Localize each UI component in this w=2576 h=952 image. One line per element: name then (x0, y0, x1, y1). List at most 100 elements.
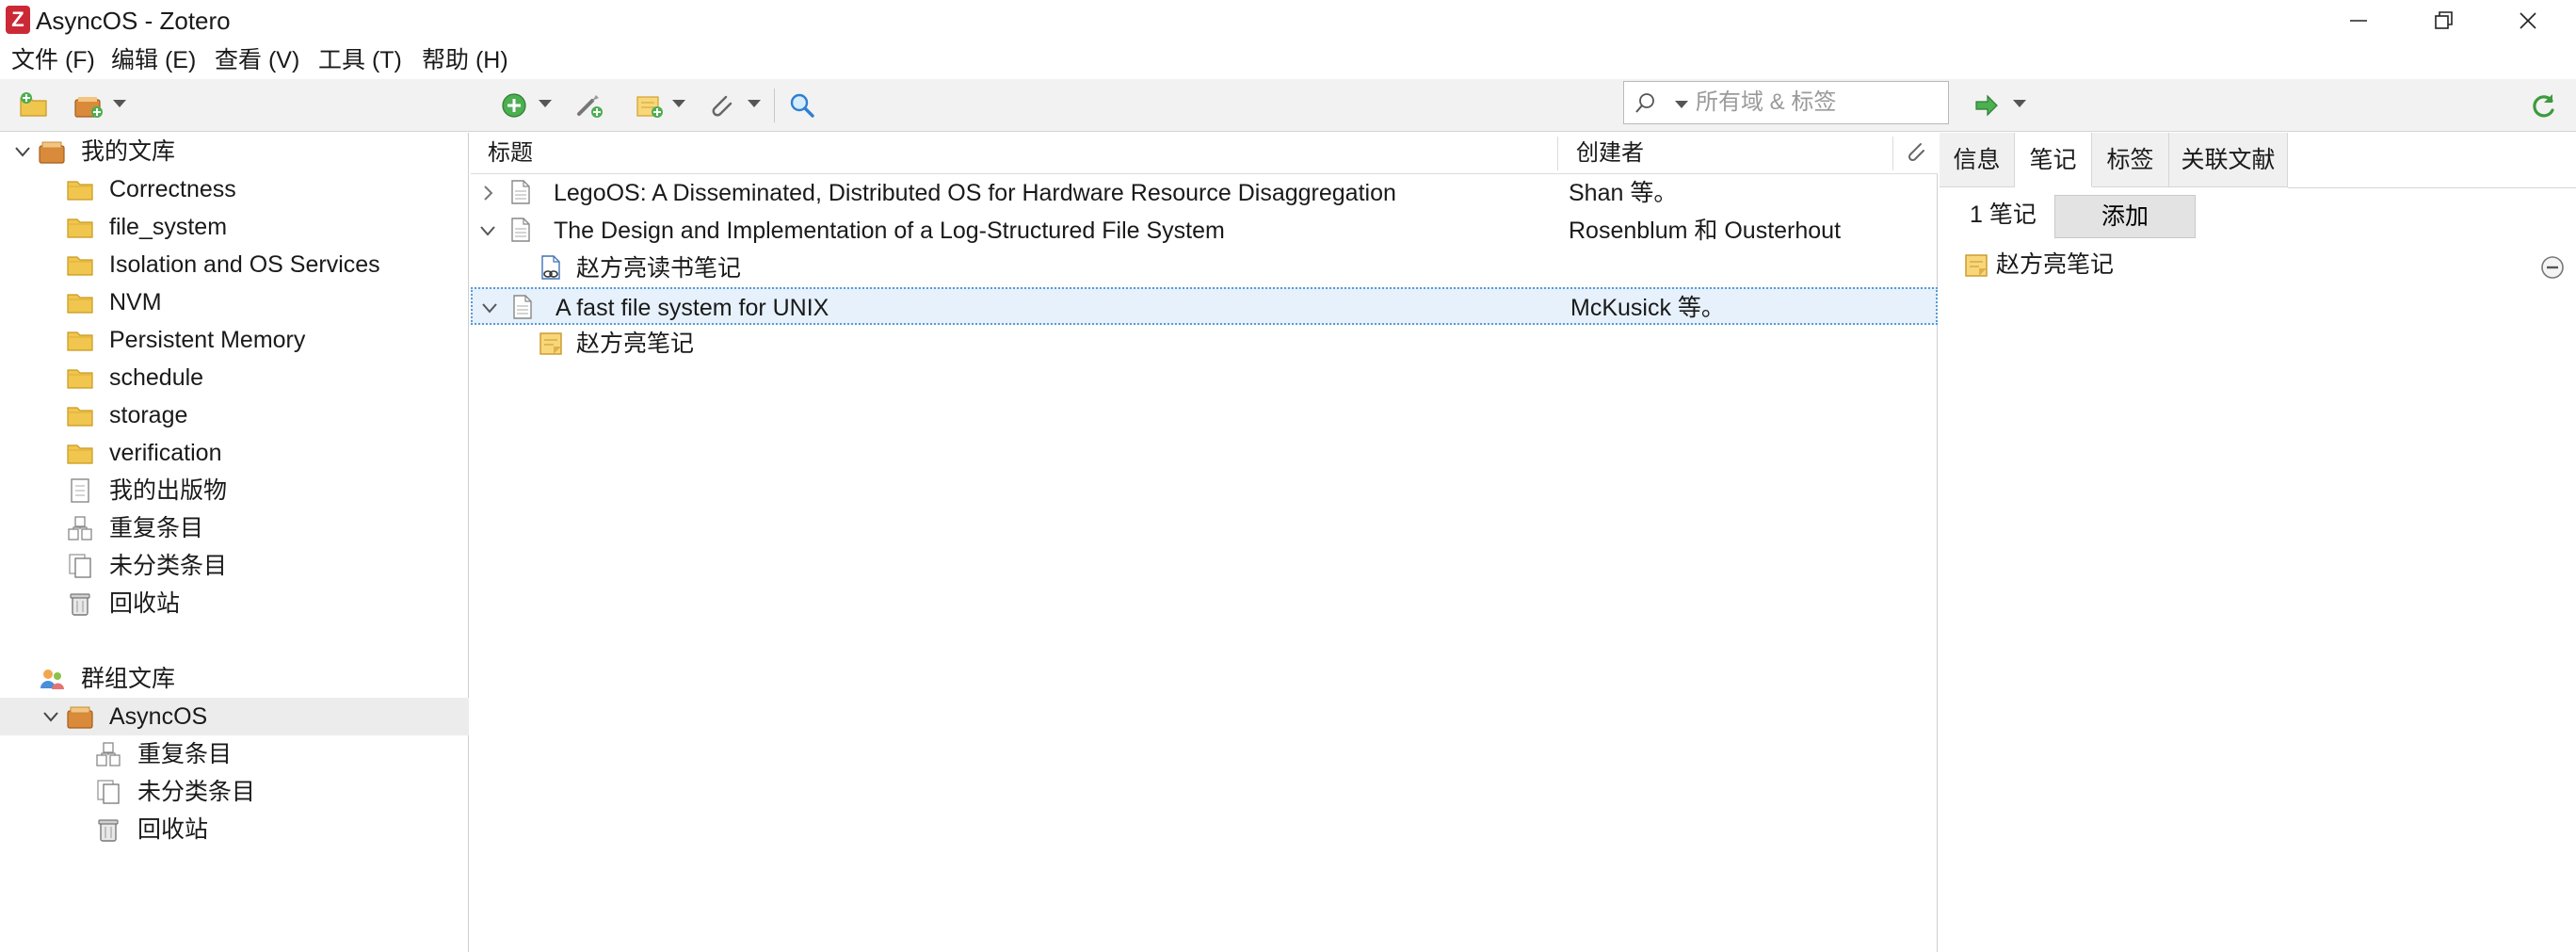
collection-item[interactable]: verification (0, 434, 469, 472)
collection-item[interactable]: 未分类条目 (0, 547, 469, 585)
add-attachment-dropdown-icon[interactable] (748, 100, 761, 107)
collection-item-label: file_system (109, 214, 228, 240)
search-field[interactable] (1623, 81, 1949, 124)
item-creator: McKusick 等。 (1570, 295, 1725, 321)
collection-item[interactable]: storage (0, 396, 469, 434)
chevron-right-icon[interactable] (476, 182, 499, 204)
item-row[interactable]: The Design and Implementation of a Log-S… (471, 212, 1938, 250)
tab-notes[interactable]: 笔记 (2015, 133, 2092, 187)
minimize-icon (2350, 20, 2367, 22)
remove-note-icon[interactable] (2540, 255, 2565, 280)
item-row[interactable]: LegoOS: A Disseminated, Distributed OS f… (471, 174, 1938, 212)
folder-icon (67, 331, 93, 351)
menu-tools[interactable]: 工具 (T) (318, 45, 402, 75)
folder-icon (67, 444, 93, 464)
chevron-down-icon[interactable] (476, 219, 499, 242)
add-by-identifier-icon (577, 95, 603, 118)
child-item-row[interactable]: 赵方亮笔记 (471, 325, 1938, 363)
group-libraries-header: 群组文库 (0, 660, 469, 698)
column-header-title[interactable]: 标题 (488, 138, 533, 169)
toolbar (0, 79, 2576, 132)
new-library-button[interactable] (72, 89, 105, 122)
add-attachment-button[interactable] (704, 89, 738, 122)
collection-item[interactable]: file_system (0, 208, 469, 246)
tab-info[interactable]: 信息 (1940, 133, 2015, 187)
menu-edit[interactable]: 编辑 (E) (111, 45, 196, 75)
collection-item[interactable]: 我的出版物 (0, 472, 469, 509)
linked-file-icon (541, 255, 560, 280)
close-button[interactable] (2486, 0, 2570, 41)
restore-button[interactable] (2401, 0, 2486, 41)
collection-item[interactable]: Correctness (0, 170, 469, 208)
tab-related[interactable]: 关联文献 (2169, 133, 2288, 187)
tab-tags[interactable]: 标签 (2092, 133, 2169, 187)
my-library-label: 我的文库 (81, 138, 176, 165)
notes-count: 1 笔记 (1970, 202, 2037, 228)
collection-item[interactable]: NVM (0, 283, 469, 321)
collection-item[interactable]: 重复条目 (0, 509, 469, 547)
duplicates-icon (96, 742, 121, 766)
locate-dropdown-icon[interactable] (2013, 100, 2026, 107)
menu-view[interactable]: 查看 (V) (215, 45, 299, 75)
menu-file[interactable]: 文件 (F) (11, 45, 95, 75)
group-collection-item-label: 重复条目 (137, 741, 233, 767)
collections-pane: 我的文库 Correctness file_system Isolation and… (0, 133, 469, 952)
document-icon (511, 180, 530, 204)
collection-item[interactable]: Persistent Memory (0, 321, 469, 359)
item-row[interactable]: A fast file system for UNIX McKusick 等。 (471, 287, 1938, 325)
group-collection-item[interactable]: 回收站 (0, 811, 469, 848)
title-bar: Z AsyncOS - Zotero (0, 0, 2576, 41)
add-by-identifier-button[interactable] (572, 89, 606, 122)
add-attachment-icon (712, 95, 733, 117)
folder-icon (67, 294, 93, 314)
chevron-down-icon[interactable] (11, 140, 34, 163)
note-icon (1965, 254, 1988, 277)
collection-item-label: verification (109, 440, 222, 466)
add-note-button[interactable]: 添加 (2054, 195, 2196, 238)
minimize-button[interactable] (2316, 0, 2401, 41)
group-library-asyncos[interactable]: AsyncOS (0, 698, 469, 735)
folder-icon (67, 256, 93, 276)
locate-button[interactable] (1970, 89, 2004, 122)
new-item-dropdown-icon[interactable] (539, 100, 552, 107)
new-library-dropdown-icon[interactable] (113, 100, 126, 107)
sync-button[interactable] (2527, 89, 2561, 122)
collection-item-label: Persistent Memory (109, 327, 306, 353)
note-icon (539, 332, 562, 355)
trash-icon (70, 593, 90, 616)
folder-icon (67, 181, 93, 201)
group-icon (40, 670, 64, 689)
child-item-row[interactable]: 赵方亮读书笔记 (471, 250, 1938, 287)
column-separator[interactable] (1892, 137, 1893, 170)
new-collection-button[interactable] (17, 89, 51, 122)
item-creator: Rosenblum 和 Ousterhout (1569, 218, 1842, 244)
trash-icon (98, 819, 119, 842)
note-entry[interactable]: 赵方亮笔记 (1962, 246, 2565, 283)
attachment-column-icon[interactable] (1904, 140, 1928, 167)
menu-help[interactable]: 帮助 (H) (422, 45, 508, 75)
collection-item-label: 未分类条目 (109, 553, 228, 579)
library-icon (39, 141, 65, 164)
chevron-down-icon[interactable] (40, 705, 62, 728)
column-separator[interactable] (1557, 137, 1558, 170)
new-item-button[interactable] (497, 89, 531, 122)
search-input[interactable] (1696, 88, 1940, 118)
group-collection-item[interactable]: 未分类条目 (0, 773, 469, 811)
chevron-down-icon[interactable] (478, 297, 501, 319)
new-note-dropdown-icon[interactable] (672, 100, 685, 107)
search-mode-dropdown-icon[interactable] (1675, 101, 1688, 108)
new-note-button[interactable] (633, 89, 667, 122)
group-collection-item[interactable]: 重复条目 (0, 735, 469, 773)
my-library-row[interactable]: 我的文库 (0, 133, 469, 170)
advanced-search-button[interactable] (785, 89, 819, 122)
collection-item[interactable]: 回收站 (0, 585, 469, 622)
unfiled-icon (69, 554, 91, 578)
column-header-creator[interactable]: 创建者 (1576, 138, 1644, 169)
collection-item[interactable]: schedule (0, 359, 469, 396)
collection-item-label: 回收站 (109, 590, 181, 617)
folder-icon (67, 369, 93, 389)
new-library-icon (74, 97, 103, 118)
advanced-search-icon (790, 93, 814, 118)
collection-item[interactable]: Isolation and OS Services (0, 246, 469, 283)
item-title: The Design and Implementation of a Log-S… (554, 218, 1225, 244)
